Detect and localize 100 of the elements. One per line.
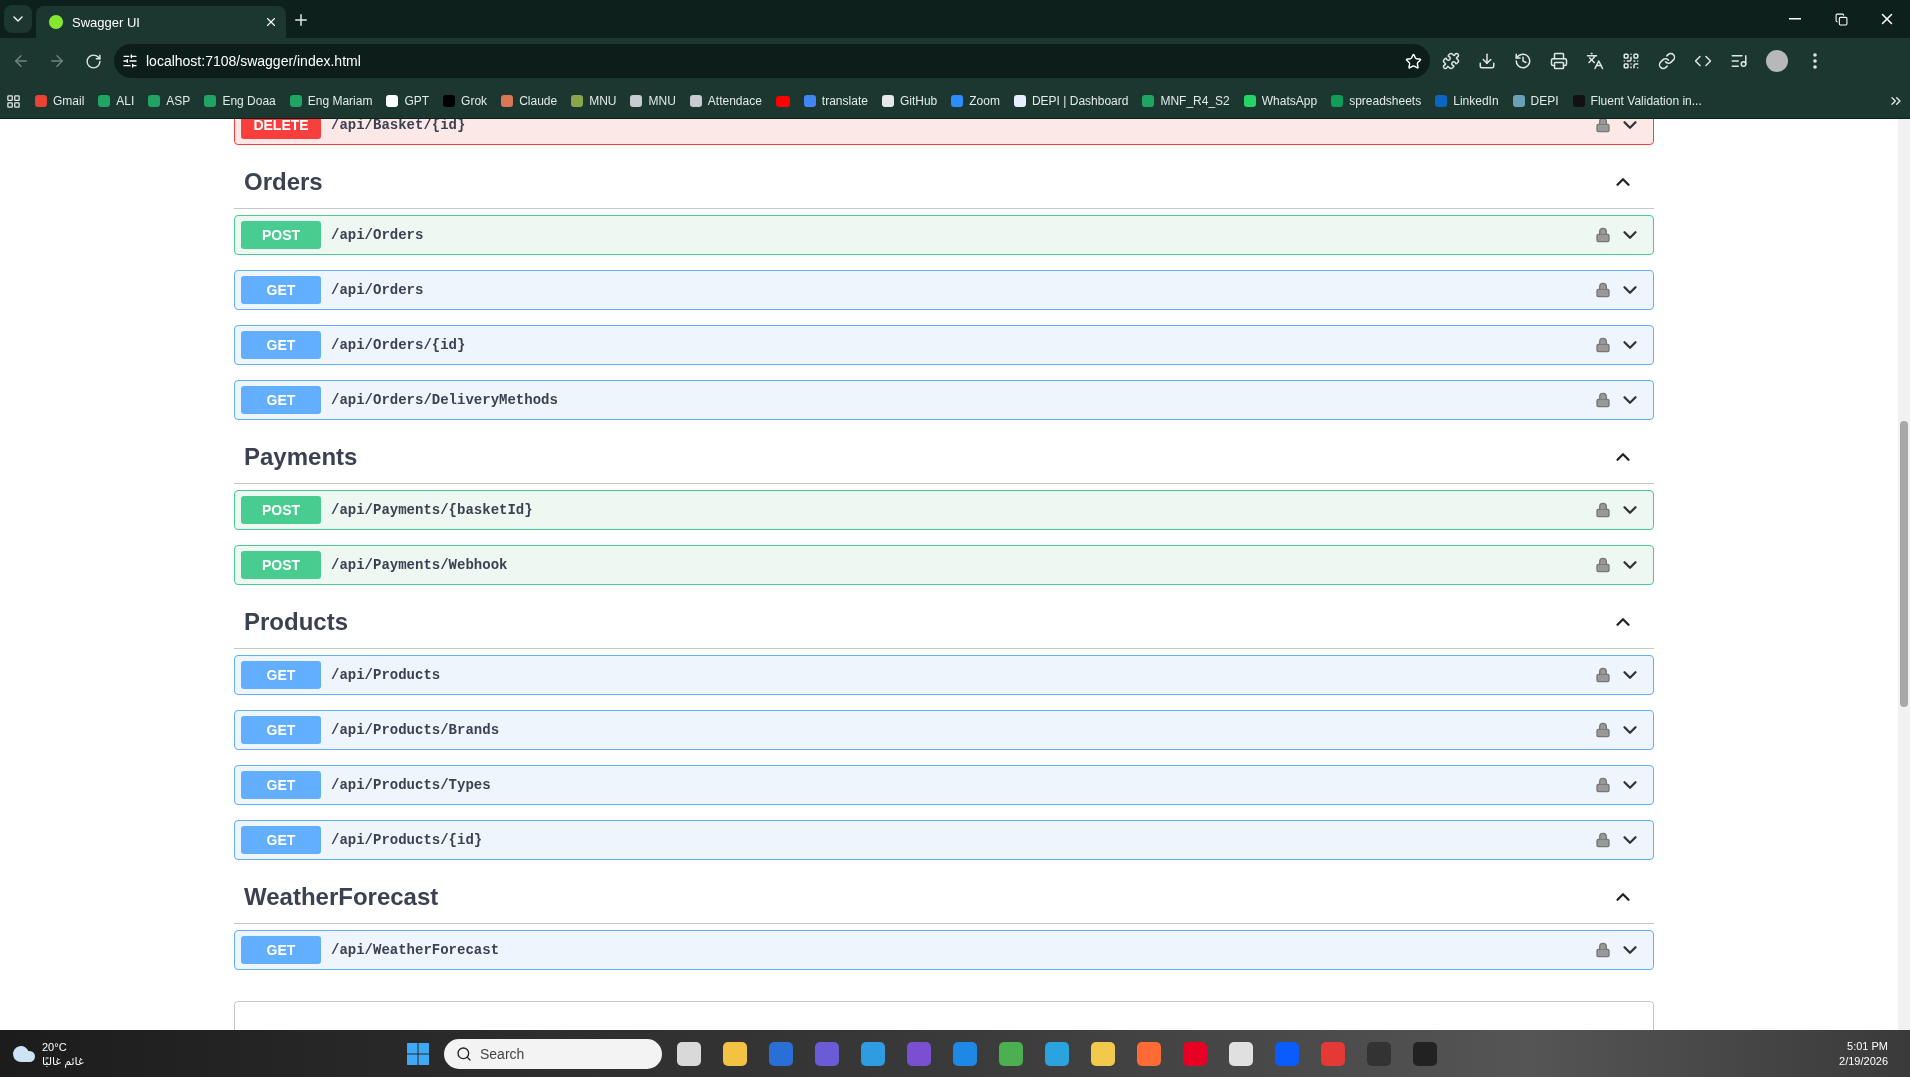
method-badge: GET <box>241 276 321 304</box>
favicon-icon <box>48 14 64 30</box>
operation-row[interactable]: GET /api/Products/Brands <box>234 710 1654 750</box>
method-badge: GET <box>241 716 321 744</box>
bookmark-link[interactable]: DEPI | Dashboard <box>1013 94 1129 108</box>
section-heading[interactable]: Orders <box>234 155 1654 209</box>
bookmark-link[interactable]: MNU <box>571 94 617 108</box>
method-badge: GET <box>241 936 321 964</box>
bookmark-link[interactable]: MNF_R4_S2 <box>1142 94 1230 108</box>
operation-row[interactable]: POST /api/Payments/{basketId} <box>234 490 1654 530</box>
method-badge: GET <box>241 771 321 799</box>
endpoint-path: /api/Orders/{id} <box>331 337 467 353</box>
method-badge: POST <box>241 551 321 579</box>
operation-row[interactable]: GET /api/Orders/{id} <box>234 325 1654 365</box>
section-heading[interactable]: Products <box>234 595 1654 649</box>
lock-icon[interactable] <box>1595 942 1611 958</box>
lock-icon[interactable] <box>1595 337 1611 353</box>
endpoint-path: /api/Payments/{basketId} <box>331 502 534 518</box>
lock-icon[interactable] <box>1595 392 1611 408</box>
operation-row[interactable]: GET /api/Orders <box>234 270 1654 310</box>
scrollbar-track[interactable] <box>1898 119 1910 1030</box>
windows-logo-icon[interactable] <box>406 1041 430 1066</box>
lock-icon[interactable] <box>1595 722 1611 738</box>
lock-icon[interactable] <box>1595 227 1611 243</box>
lock-icon[interactable] <box>1595 282 1611 298</box>
app-icon[interactable] <box>677 1041 701 1066</box>
apps-grid-icon[interactable] <box>6 93 21 109</box>
lock-icon[interactable] <box>1595 777 1611 793</box>
lock-icon[interactable] <box>1595 502 1611 518</box>
clock-date: 2/19/2026 <box>1839 1053 1888 1069</box>
playlist-icon <box>1730 52 1748 70</box>
endpoint-path: /api/Orders <box>331 282 425 298</box>
bookmark-link[interactable]: MNU <box>630 94 676 108</box>
plus-icon <box>292 11 310 29</box>
search-icon <box>456 1045 472 1062</box>
lock-icon[interactable] <box>1595 667 1611 683</box>
operation-row[interactable]: DELETE /api/Basket/{id} <box>234 119 1654 145</box>
bookmark-link[interactable]: WhatsApp <box>1243 94 1318 108</box>
endpoint-path: /api/Products/{id} <box>331 832 484 848</box>
method-badge: GET <box>241 826 321 854</box>
puzzle-icon <box>1442 52 1460 70</box>
bookmark-link[interactable]: Gmail <box>35 94 85 108</box>
endpoint-path: /api/Products <box>331 667 442 683</box>
tab-list-button[interactable] <box>4 5 32 33</box>
reload-icon <box>84 52 102 70</box>
translate-icon <box>1586 52 1604 70</box>
app-icon[interactable] <box>723 1041 747 1066</box>
bookmark-link[interactable]: LinkedIn <box>1435 94 1499 108</box>
bookmark-link[interactable]: Grok <box>443 94 488 108</box>
bookmark-link[interactable]: Eng Doaa <box>204 94 276 108</box>
printer-icon <box>1550 52 1568 70</box>
lock-icon[interactable] <box>1595 119 1611 133</box>
lock-icon[interactable] <box>1595 832 1611 848</box>
bookmark-link[interactable]: spreadsheets <box>1331 94 1422 108</box>
taskbar-search-field[interactable]: Search <box>444 1038 662 1069</box>
app-icon[interactable] <box>999 1041 1023 1066</box>
bookmark-link[interactable]: translate <box>803 94 868 108</box>
bookmark-link[interactable]: Fluent Validation in... <box>1572 94 1702 108</box>
section-heading[interactable]: Payments <box>234 430 1654 484</box>
close-icon[interactable] <box>264 15 278 29</box>
method-badge: GET <box>241 386 321 414</box>
weather-condition-text: غائم غالبًا <box>42 1053 84 1068</box>
section-title: Products <box>244 607 348 636</box>
bookmark-star-icon[interactable] <box>1405 52 1422 70</box>
endpoint-path: /api/Basket/{id} <box>331 119 467 133</box>
app-icon[interactable] <box>861 1041 885 1066</box>
section-title: Payments <box>244 442 358 471</box>
browser-tab[interactable]: Swagger UI <box>36 6 286 38</box>
section-title: Orders <box>244 167 323 196</box>
bookmark-link[interactable]: ASP <box>148 94 191 108</box>
bookmark-link[interactable]: Attendace <box>689 94 762 108</box>
section-heading[interactable]: WeatherForecast <box>234 870 1654 924</box>
operation-row[interactable]: GET /api/Products/Types <box>234 765 1654 805</box>
bookmark-link[interactable]: ALI <box>98 94 135 108</box>
site-settings-icon[interactable] <box>122 53 138 69</box>
menu-icon <box>1813 53 1817 69</box>
bookmark-link[interactable]: Eng Mariam <box>289 94 373 108</box>
operation-row[interactable]: GET /api/Products/{id} <box>234 820 1654 860</box>
endpoint-path: /api/Products/Brands <box>331 722 501 738</box>
lock-icon[interactable] <box>1595 557 1611 573</box>
method-badge: GET <box>241 661 321 689</box>
scrollbar-thumb[interactable] <box>1900 421 1908 707</box>
operation-row[interactable]: GET /api/WeatherForecast <box>234 930 1654 970</box>
operation-row[interactable]: GET /api/Products <box>234 655 1654 695</box>
app-icon[interactable] <box>1229 1041 1253 1066</box>
section-title: WeatherForecast <box>244 882 439 911</box>
app-icon[interactable] <box>1045 1041 1069 1066</box>
app-icon[interactable] <box>1091 1041 1115 1066</box>
operation-row[interactable]: POST /api/Payments/Webhook <box>234 545 1654 585</box>
bookmark-link[interactable]: GPT <box>386 94 430 108</box>
bookmark-link[interactable]: Claude <box>501 94 558 108</box>
bookmark-link[interactable]: Zoom <box>951 94 1000 108</box>
url-text: localhost:7108/swagger/index.html <box>146 53 362 69</box>
operation-row[interactable]: GET /api/Orders/DeliveryMethods <box>234 380 1654 420</box>
address-bar[interactable]: localhost:7108/swagger/index.html <box>114 44 1430 78</box>
operation-row[interactable]: POST /api/Orders <box>234 215 1654 255</box>
bookmark-link[interactable]: GitHub <box>881 94 938 108</box>
profile-avatar[interactable] <box>1766 50 1788 72</box>
temperature-text: 20°C <box>42 1039 68 1054</box>
bookmark-link[interactable]: DEPI <box>1512 94 1559 108</box>
